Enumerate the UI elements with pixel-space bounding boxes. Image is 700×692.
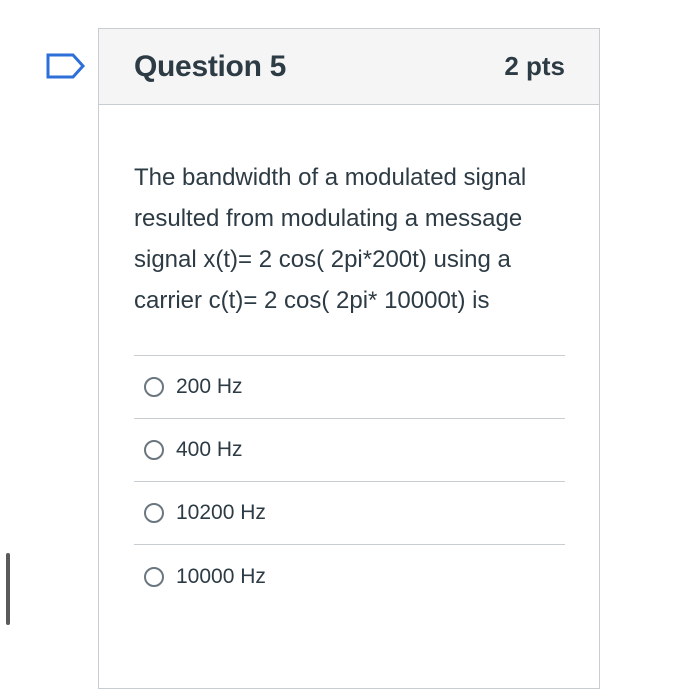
flag-outline-icon[interactable] <box>46 53 86 79</box>
scrollbar[interactable] <box>6 553 10 625</box>
answer-list: 200 Hz 400 Hz 10200 Hz 10000 Hz <box>134 355 565 608</box>
answer-option-3[interactable]: 10200 Hz <box>134 482 565 545</box>
question-text: The bandwidth of a modulated signal resu… <box>134 164 527 314</box>
answer-label: 200 Hz <box>176 375 243 398</box>
question-header: Question 5 2 pts <box>99 29 599 105</box>
answer-label: 10200 Hz <box>176 501 266 524</box>
radio-button[interactable] <box>144 377 164 397</box>
question-body: The bandwidth of a modulated signal resu… <box>99 105 599 608</box>
radio-button[interactable] <box>144 566 164 587</box>
answer-label: 400 Hz <box>176 438 243 461</box>
radio-button[interactable] <box>144 503 164 523</box>
answer-option-2[interactable]: 400 Hz <box>134 419 565 482</box>
answer-option-1[interactable]: 200 Hz <box>134 356 565 419</box>
answer-option-4[interactable]: 10000 Hz <box>134 545 565 608</box>
quiz-page: Question 5 2 pts The bandwidth of a modu… <box>0 0 700 692</box>
answer-label: 10000 Hz <box>176 564 266 588</box>
question-card: Question 5 2 pts The bandwidth of a modu… <box>98 28 600 689</box>
radio-button[interactable] <box>144 440 164 460</box>
question-points: 2 pts <box>504 51 565 81</box>
question-title: Question 5 <box>134 49 287 83</box>
